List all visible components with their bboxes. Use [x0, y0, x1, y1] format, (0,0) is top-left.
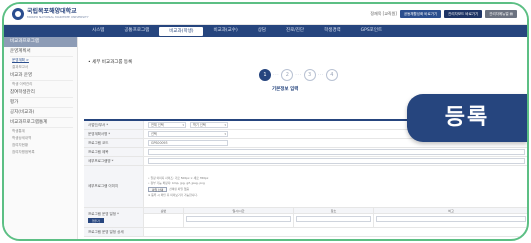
nav-item-system[interactable]: 시스템 [82, 25, 114, 37]
table-cell [184, 214, 294, 227]
logo-emblem-icon [12, 8, 24, 20]
department-select[interactable]: 전체 선택 [148, 122, 186, 128]
schedule-table: 순번 일시/시간 장소 비고 [144, 208, 527, 227]
field-label: 운영계획서명 * [84, 130, 144, 138]
table-header: 순번 [144, 208, 184, 213]
table-cell [374, 214, 527, 227]
field-label: 세부프로그램 이미지 [84, 166, 144, 207]
table-header: 일시/시간 [184, 208, 294, 213]
sidebar-item-plan[interactable]: 운영계획서 [10, 47, 73, 57]
step-indicator: 1 ··· 2 ··· 3 ··· 4 [259, 69, 338, 81]
step-2: 2 [281, 69, 294, 81]
form-row-subprogram-name: 세부프로그램명 * [84, 157, 527, 166]
sidebar-subitem-report[interactable]: 결과보고서 [10, 64, 77, 71]
sidebar-group-evaluation: 평가 [4, 98, 77, 108]
sidebar-item-stats[interactable]: 비교과프로그램통계 [10, 118, 73, 128]
table-cell [144, 214, 184, 227]
field-label: 세부프로그램명 * [84, 157, 144, 165]
remarks-input[interactable] [376, 216, 526, 222]
user-info: 정재욱 [교직원] [370, 11, 397, 16]
logo-subtitle: MOKPO NATIONAL MARITIME UNIVERSITY [27, 15, 89, 19]
university-logo[interactable]: 국립목포해양대학교 MOKPO NATIONAL MARITIME UNIVER… [12, 8, 89, 20]
form-row-program-title: 프로그램 제목 [84, 148, 527, 157]
program-title-input[interactable] [148, 149, 525, 155]
step-separator: ··· [273, 72, 280, 78]
field-label: 프로그램 제목 [84, 148, 144, 156]
sidebar-subitem-student-history[interactable]: 학생 이력관리 [10, 81, 77, 88]
table-header: 장소 [294, 208, 374, 213]
plan-select[interactable]: 선택 [148, 131, 228, 137]
form-row-image: 세부프로그램 이미지 • 권장 이미지 사이즈: 가로 500px × 세로 3… [84, 166, 527, 208]
register-badge[interactable]: 등록 [407, 94, 527, 142]
admin-mode-button[interactable]: 관리자모드 바로가기 [444, 10, 483, 18]
sidebar-group-participants: 참여학생관리 [4, 88, 77, 98]
form-row-schedule: 프로그램 운영 일정 * 행추가 순번 일시/시간 장소 비고 [84, 208, 527, 228]
sidebar-title: 비교과프로그램 [4, 37, 77, 47]
sidebar-group-notice: 공지(비교과) [4, 108, 77, 118]
subprogram-name-input[interactable] [148, 158, 525, 164]
sidebar-item-notice[interactable]: 공지(비교과) [10, 108, 73, 118]
screenshot-frame: 국립목포해양대학교 MOKPO NATIONAL MARITIME UNIVER… [2, 2, 529, 241]
sidebar-group-plan: 운영계획서 운영계획 > 결과보고서 [4, 47, 77, 71]
nav-item-counseling[interactable]: 상담 [248, 25, 276, 37]
program-code-input[interactable]: GPS00093 [148, 140, 228, 146]
step-label: 기본정보 입력 [272, 87, 299, 92]
step-3: 3 [303, 69, 316, 81]
form-row-schedule-detail: 프로그램 운영 일정 상세 [84, 228, 527, 237]
nav-item-extracurricular-professor[interactable]: 비교과(교수) [203, 25, 247, 37]
sidebar-subitem-student-stats[interactable]: 학생통계 [10, 128, 77, 135]
sidebar-subitem-participant-status[interactable]: 참여자현황 [10, 142, 77, 149]
top-bar: 국립목포해양대학교 MOKPO NATIONAL MARITIME UNIVER… [4, 4, 527, 25]
semester-select[interactable]: 학기 선택 [190, 122, 228, 128]
nav-item-gps-point[interactable]: GPS포인트 [351, 25, 392, 37]
preview-warning: ※ 등록 시 확인 후 미리보기가 가능합니다. [148, 193, 198, 198]
sidebar-item-participants[interactable]: 참여학생관리 [10, 88, 73, 98]
table-header: 비고 [374, 208, 527, 213]
community-link-button[interactable]: 공동체활성화 바로가기 [399, 10, 442, 18]
file-status: 선택된 파일 없음 [169, 187, 189, 192]
page-title: • 세부 비교과그룹 등록 [88, 60, 133, 65]
field-label-schedule: 프로그램 운영 일정 * 행추가 [84, 208, 144, 227]
image-ext-note: • 첨부 가능 확장자: bmp, jpg, gif, jpeg, png [148, 181, 205, 186]
table-cell [294, 214, 374, 227]
nav-item-student-career[interactable]: 학생경력 [314, 25, 351, 37]
image-size-note: • 권장 이미지 사이즈: 가로 500px × 세로 350px [148, 175, 209, 180]
sidebar-subitem-student-detail[interactable]: 학생상세내역 [10, 135, 77, 142]
sidebar-group-operation: 비교과 운영 학생 이력관리 [4, 71, 77, 88]
sidebar-subitem-plan[interactable]: 운영계획 > [10, 57, 77, 64]
field-label: 프로그램 운영 일정 상세 [84, 228, 144, 236]
sidebar-subitem-participant-rating[interactable]: 참여자평점목록 [10, 149, 77, 156]
sidebar-item-operation[interactable]: 비교과 운영 [10, 71, 73, 81]
admin-manual-button[interactable]: 관리자메뉴얼 ▤ [485, 10, 517, 18]
utility-links: 정재욱 [교직원] 공동체활성화 바로가기 관리자모드 바로가기 관리자메뉴얼 … [370, 10, 517, 18]
step-separator: ··· [317, 72, 324, 78]
sidebar-group-stats: 비교과프로그램통계 학생통계 학생상세내역 참여자현황 참여자평점목록 [4, 118, 77, 156]
nav-item-extracurricular-student[interactable]: 비교과(학생) [159, 26, 204, 36]
nav-item-career[interactable]: 진로/진단 [276, 25, 314, 37]
file-select-button[interactable]: 파일 선택 [148, 186, 168, 192]
sidebar: 비교과프로그램 운영계획서 운영계획 > 결과보고서 비교과 운영 학생 이력관… [4, 37, 78, 239]
nav-item-common-program[interactable]: 공통프로그램 [114, 25, 159, 37]
add-row-button[interactable]: 행추가 [88, 218, 104, 223]
field-label: 사업단/부서 * [84, 121, 144, 129]
field-label: 프로그램 코드 [84, 139, 144, 147]
schedule-label: 프로그램 운영 일정 * [88, 212, 119, 216]
step-4: 4 [325, 69, 338, 81]
step-separator: ··· [295, 72, 302, 78]
main-nav: 시스템 공통프로그램 비교과(학생) 비교과(교수) 상담 진로/진단 학생경력… [4, 25, 527, 37]
sidebar-item-evaluation[interactable]: 평가 [10, 98, 73, 108]
step-1: 1 [259, 69, 271, 81]
place-input[interactable] [296, 216, 371, 222]
datetime-input[interactable] [186, 216, 291, 222]
